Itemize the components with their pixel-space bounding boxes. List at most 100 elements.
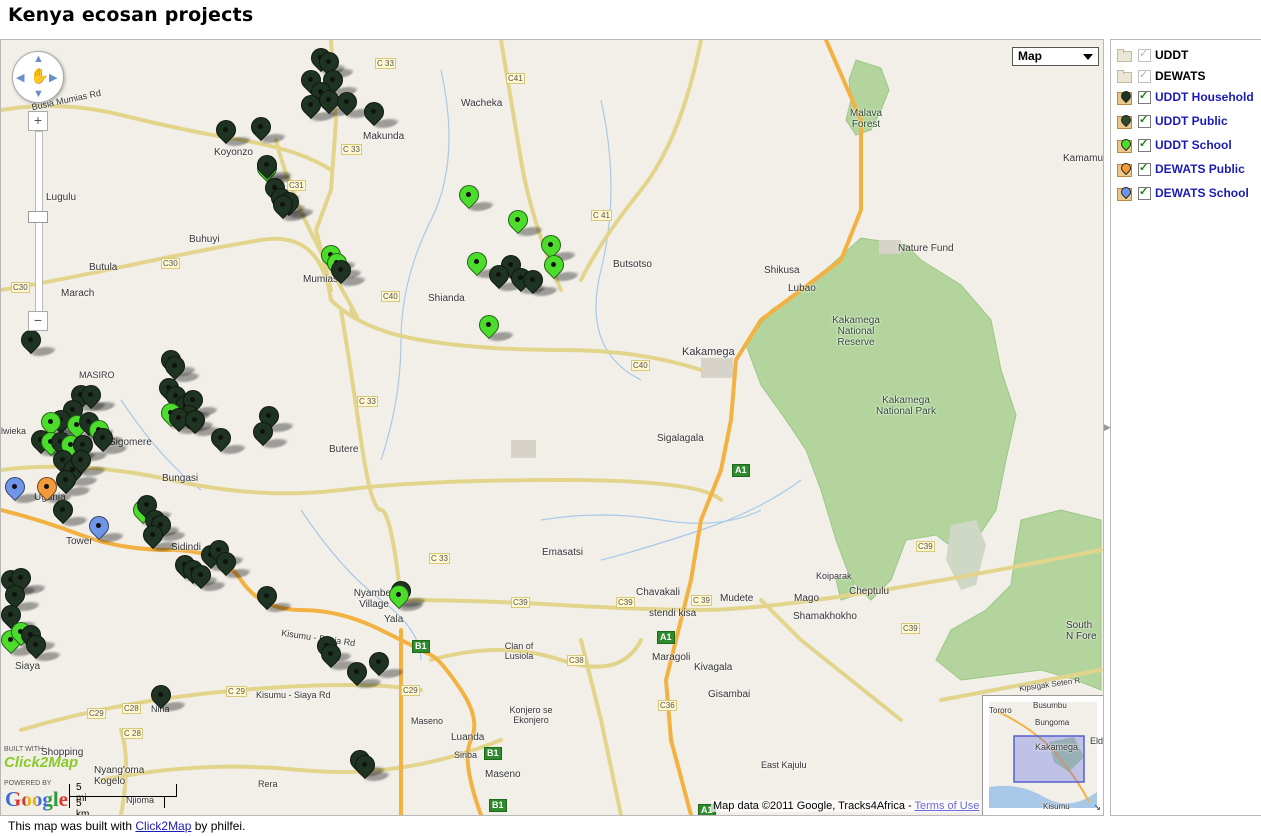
map-marker[interactable] bbox=[314, 85, 356, 122]
legend-label[interactable]: UDDT Household bbox=[1155, 90, 1254, 104]
map-type-value: Map bbox=[1018, 49, 1042, 63]
map-marker[interactable] bbox=[186, 560, 228, 597]
map-view[interactable]: Wacheka Makunda Koyonzo Lugulu Buhuyi Bu… bbox=[0, 39, 1104, 816]
place-label: Luanda bbox=[451, 732, 485, 743]
legend-checkbox[interactable] bbox=[1138, 113, 1151, 128]
legend-label[interactable]: UDDT Public bbox=[1155, 114, 1228, 128]
map-marker[interactable] bbox=[211, 115, 253, 152]
map-marker[interactable] bbox=[384, 580, 426, 617]
legend-row[interactable]: DEWATS School bbox=[1117, 183, 1249, 203]
map-marker[interactable] bbox=[474, 310, 516, 347]
overview-label: Kisumu bbox=[1043, 802, 1070, 811]
map-marker[interactable] bbox=[206, 423, 248, 460]
footer-suffix: by philfei. bbox=[191, 819, 246, 833]
legend-row[interactable]: UDDT School bbox=[1117, 135, 1232, 155]
map-marker[interactable] bbox=[350, 750, 392, 787]
legend-label[interactable]: DEWATS School bbox=[1155, 186, 1249, 200]
map-marker[interactable] bbox=[503, 205, 545, 242]
pan-left-icon[interactable]: ◀ bbox=[16, 71, 24, 84]
click2map-link[interactable]: Click2Map bbox=[135, 819, 191, 833]
pan-control[interactable]: ▲ ◀ ▶ ▼ ✋ bbox=[12, 51, 64, 103]
pan-up-icon[interactable]: ▲ bbox=[33, 53, 44, 65]
place-label: Lubao bbox=[788, 283, 816, 294]
map-marker[interactable] bbox=[1, 472, 42, 509]
map-marker[interactable] bbox=[484, 260, 526, 297]
road-label: C 28 bbox=[122, 728, 143, 739]
legend-label[interactable]: DEWATS Public bbox=[1155, 162, 1245, 176]
map-marker[interactable] bbox=[84, 511, 126, 548]
google-logo[interactable]: Google bbox=[5, 787, 68, 812]
highway-shield: A1 bbox=[732, 464, 750, 477]
place-label: Gisambai bbox=[708, 689, 751, 700]
pan-right-icon[interactable]: ▶ bbox=[49, 71, 57, 84]
legend-checkbox[interactable] bbox=[1138, 47, 1151, 62]
legend-checkbox[interactable] bbox=[1138, 68, 1151, 83]
place-label: Nyang'oma Kogelo bbox=[94, 765, 145, 787]
map-marker[interactable] bbox=[146, 680, 188, 717]
legend-checkbox[interactable] bbox=[1138, 161, 1151, 176]
map-marker[interactable] bbox=[364, 647, 406, 684]
folder-icon bbox=[1117, 48, 1132, 62]
map-marker[interactable] bbox=[539, 250, 581, 287]
legend-row[interactable]: DEWATS bbox=[1117, 66, 1205, 86]
place-label: Siriba bbox=[454, 750, 478, 760]
map-marker[interactable] bbox=[342, 657, 384, 694]
map-marker[interactable] bbox=[332, 87, 374, 124]
map-marker[interactable] bbox=[326, 255, 368, 292]
dropdown-arrow-icon bbox=[1083, 54, 1093, 60]
urban-area bbox=[701, 358, 733, 378]
place-label: Shamakhokho bbox=[793, 611, 857, 622]
click2map-logo[interactable]: Click2Map bbox=[4, 754, 78, 771]
pan-down-icon[interactable]: ▼ bbox=[33, 88, 44, 100]
overview-toggle-icon[interactable]: ↘ bbox=[1093, 802, 1101, 813]
map-marker[interactable] bbox=[454, 180, 496, 217]
zoom-control[interactable]: + − bbox=[28, 111, 48, 333]
overview-label: Tororo bbox=[989, 706, 1012, 715]
place-label: Maseno bbox=[485, 769, 521, 780]
place-label: Kamamu bbox=[1063, 153, 1104, 164]
road-secondary bbox=[99, 738, 503, 782]
legend-checkbox[interactable] bbox=[1138, 137, 1151, 152]
legend-row[interactable]: UDDT bbox=[1117, 45, 1188, 65]
map-marker[interactable] bbox=[138, 520, 180, 557]
map-marker[interactable] bbox=[88, 423, 130, 460]
legend-row[interactable]: UDDT Household bbox=[1117, 87, 1254, 107]
folder-icon bbox=[1117, 69, 1132, 83]
place-label: Maseno bbox=[411, 716, 444, 726]
map-marker[interactable] bbox=[21, 630, 63, 667]
map-type-select[interactable]: Map bbox=[1012, 47, 1099, 66]
legend-row[interactable]: UDDT Public bbox=[1117, 111, 1228, 131]
place-label: Lugulu bbox=[46, 192, 77, 203]
place-label: Mudete bbox=[720, 593, 754, 604]
road-label: C39 bbox=[616, 597, 635, 608]
scale-km: 5 km bbox=[76, 798, 90, 816]
overview-map[interactable]: Busumbu Tororo Bungoma Kakamega Eld Kisu… bbox=[982, 695, 1103, 815]
map-marker[interactable] bbox=[359, 97, 401, 134]
map-marker[interactable] bbox=[180, 405, 222, 442]
legend-checkbox[interactable] bbox=[1138, 185, 1151, 200]
map-marker[interactable] bbox=[48, 495, 90, 532]
map-marker[interactable] bbox=[462, 247, 504, 284]
terms-of-use-link[interactable]: Terms of Use bbox=[915, 800, 980, 812]
map-marker[interactable] bbox=[16, 325, 58, 362]
light-green-marker-icon bbox=[1117, 136, 1134, 153]
legend-label[interactable]: UDDT School bbox=[1155, 138, 1232, 152]
legend-checkbox[interactable] bbox=[1138, 89, 1151, 104]
map-marker[interactable] bbox=[518, 265, 560, 302]
map-marker[interactable] bbox=[246, 112, 288, 149]
road-label: C 29 bbox=[226, 686, 247, 697]
highway-shield: A1 bbox=[657, 631, 675, 644]
map-marker[interactable] bbox=[252, 581, 294, 618]
place-label: Maragoli bbox=[652, 652, 691, 663]
legend-row[interactable]: DEWATS Public bbox=[1117, 159, 1245, 179]
highway-shield: B1 bbox=[484, 747, 502, 760]
zoom-in-button[interactable]: + bbox=[28, 111, 48, 131]
map-marker[interactable] bbox=[248, 417, 290, 454]
map-marker[interactable] bbox=[211, 547, 253, 584]
map-marker[interactable] bbox=[268, 190, 310, 227]
zoom-slider-thumb[interactable] bbox=[28, 211, 48, 223]
zoom-out-button[interactable]: − bbox=[28, 311, 48, 331]
map-marker[interactable] bbox=[316, 639, 358, 676]
road-c30 bbox=[1, 236, 333, 302]
legend-label: DEWATS bbox=[1155, 69, 1206, 83]
